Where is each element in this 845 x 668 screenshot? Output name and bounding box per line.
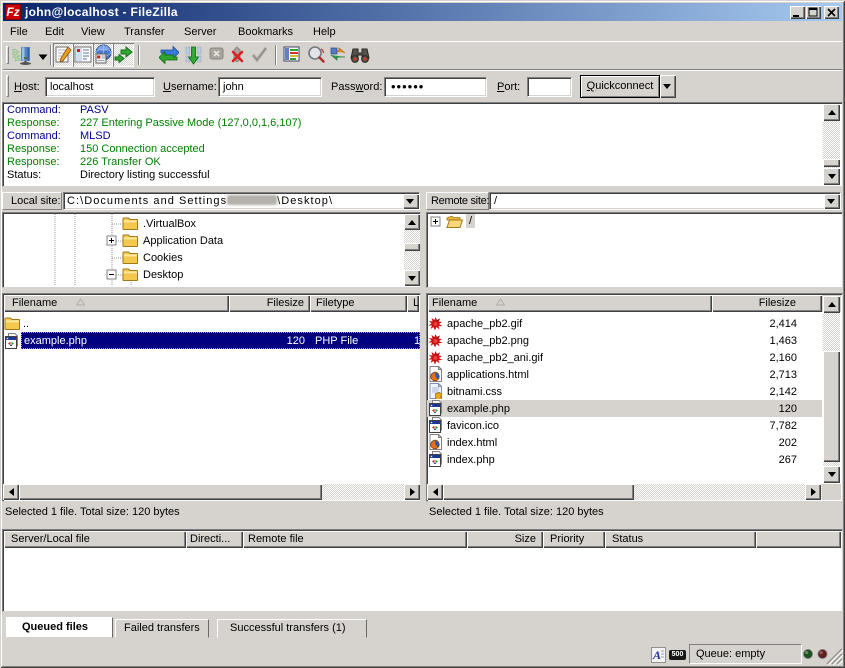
svg-text:A: A bbox=[652, 648, 661, 662]
